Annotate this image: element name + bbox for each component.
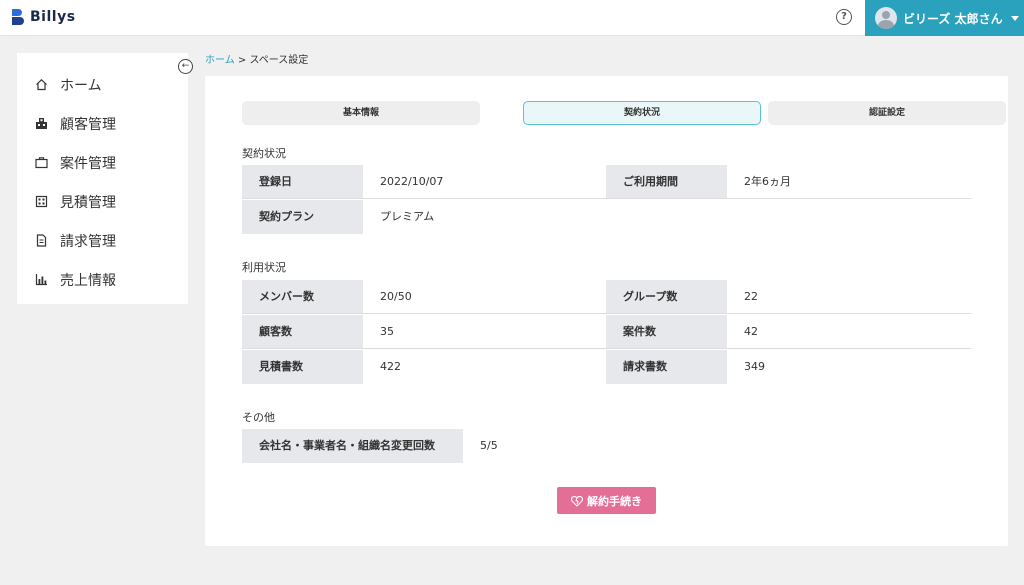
estimates-value: 422 [380, 360, 401, 373]
table-row: 会社名・事業者名・組織名変更回数 5/5 [242, 429, 971, 463]
plan-label: 契約プラン [242, 200, 363, 234]
sidebar-item-invoices[interactable]: 請求管理 [17, 221, 188, 260]
groups-value: 22 [744, 290, 758, 303]
tab-basic-info[interactable]: 基本情報 [242, 101, 480, 125]
table-row: 契約プラン プレミアム [242, 200, 971, 234]
document-icon [35, 234, 48, 247]
breadcrumb: ホーム > スペース設定 [205, 51, 308, 66]
registered-date-label: 登録日 [242, 165, 363, 199]
calculator-icon [35, 195, 48, 208]
table-row: メンバー数 20/50 グループ数 22 [242, 280, 971, 314]
settings-tabs: 基本情報 契約状況 認証設定 [242, 101, 1006, 126]
question-circle-icon[interactable]: ? [836, 9, 852, 25]
cancel-contract-label: 解約手続き [587, 494, 642, 508]
section-title-other: その他 [242, 411, 275, 424]
tab-contract-status[interactable]: 契約状況 [523, 101, 761, 125]
sidebar-item-label: 顧客管理 [60, 116, 116, 133]
section-title-usage: 利用状況 [242, 261, 286, 274]
cancel-contract-button[interactable]: 解約手続き [557, 487, 656, 514]
groups-label: グループ数 [606, 280, 727, 314]
sidebar-item-home[interactable]: ホーム [17, 65, 188, 104]
members-label: メンバー数 [242, 280, 363, 314]
sidebar-item-sales[interactable]: 売上情報 [17, 260, 188, 299]
sidebar-item-estimates[interactable]: 見積管理 [17, 182, 188, 221]
settings-panel: 基本情報 契約状況 認証設定 契約状況 登録日 2022/10/07 ご利用期間… [205, 76, 1008, 546]
avatar [875, 7, 897, 29]
table-row: 見積書数 422 請求書数 349 [242, 350, 971, 384]
estimates-label: 見積書数 [242, 350, 363, 384]
user-name: ビリーズ 太郎さん [903, 11, 1003, 26]
breadcrumb-separator: > [234, 55, 250, 66]
rename-count-label: 会社名・事業者名・組織名変更回数 [242, 429, 463, 463]
projects-value: 42 [744, 325, 758, 338]
table-row: 登録日 2022/10/07 ご利用期間 2年6ヵ月 [242, 165, 971, 199]
broken-heart-icon [571, 495, 583, 507]
customers-value: 35 [380, 325, 394, 338]
breadcrumb-current: スペース設定 [249, 55, 309, 66]
members-value: 20/50 [380, 290, 412, 303]
table-row: 顧客数 35 案件数 42 [242, 315, 971, 349]
usage-period-label: ご利用期間 [606, 165, 727, 199]
sidebar: ホーム 顧客管理 案件管理 見積管理 請求管理 売上情報 [17, 53, 188, 304]
section-title-contract: 契約状況 [242, 147, 286, 160]
sidebar-item-projects[interactable]: 案件管理 [17, 143, 188, 182]
invoices-label: 請求書数 [606, 350, 727, 384]
projects-label: 案件数 [606, 315, 727, 349]
customers-label: 顧客数 [242, 315, 363, 349]
home-icon [35, 78, 48, 91]
usage-period-value: 2年6ヵ月 [744, 175, 791, 188]
sidebar-item-label: 案件管理 [60, 155, 116, 172]
breadcrumb-home-link[interactable]: ホーム [205, 55, 235, 66]
sidebar-item-label: 請求管理 [60, 233, 116, 250]
sidebar-item-label: 見積管理 [60, 194, 116, 211]
tab-auth-settings[interactable]: 認証設定 [768, 101, 1006, 125]
plan-value: プレミアム [380, 210, 435, 223]
rename-count-value: 5/5 [480, 439, 498, 452]
app-logo[interactable]: Billys [12, 9, 76, 25]
invoices-value: 349 [744, 360, 765, 373]
user-menu-button[interactable]: ビリーズ 太郎さん [865, 0, 1024, 36]
sidebar-item-label: ホーム [60, 77, 102, 94]
building-icon [35, 117, 48, 130]
sidebar-item-customers[interactable]: 顧客管理 [17, 104, 188, 143]
logo-text: Billys [30, 9, 76, 25]
sidebar-item-label: 売上情報 [60, 272, 116, 289]
top-header: Billys ? ビリーズ 太郎さん [0, 0, 1024, 36]
bar-chart-icon [35, 273, 48, 286]
caret-down-icon [1010, 15, 1019, 21]
logo-mark-icon [12, 9, 26, 25]
collapse-sidebar-icon[interactable]: ← [178, 59, 193, 74]
briefcase-icon [35, 156, 48, 169]
registered-date-value: 2022/10/07 [380, 175, 444, 188]
